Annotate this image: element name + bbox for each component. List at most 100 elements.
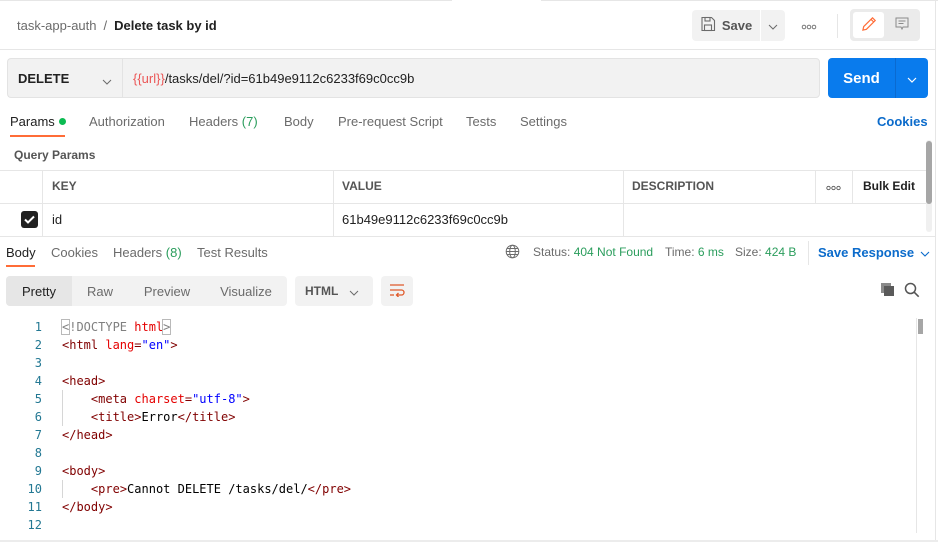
comments-mode-button[interactable]: [887, 12, 917, 38]
table-border: [623, 170, 624, 236]
more-actions-button[interactable]: [796, 10, 822, 41]
column-header-value: VALUE: [342, 179, 382, 193]
line-number: 12: [27, 518, 42, 532]
save-icon: [700, 16, 716, 35]
code-line: 9 <body>: [0, 462, 915, 480]
param-description-cell[interactable]: [632, 212, 812, 228]
request-name[interactable]: Delete task by id: [114, 18, 217, 33]
response-tab-body[interactable]: Body: [6, 245, 36, 260]
view-pretty-button[interactable]: Pretty: [6, 276, 72, 306]
param-enabled-checkbox[interactable]: [21, 211, 38, 228]
view-preview-button[interactable]: Preview: [136, 276, 198, 306]
comment-icon: [894, 16, 910, 35]
response-tab-test-results[interactable]: Test Results: [197, 245, 268, 260]
active-tab-indicator: [6, 265, 35, 267]
tab-pre-request-script[interactable]: Pre-request Script: [338, 114, 443, 130]
line-number: 8: [34, 446, 42, 460]
code-line: 3: [0, 354, 915, 372]
tab-headers[interactable]: Headers (7): [189, 114, 258, 130]
globe-icon[interactable]: [505, 244, 520, 262]
line-number: 5: [34, 392, 42, 406]
pane-edge: [935, 0, 936, 542]
code-line: 5 <meta charset="utf-8">: [0, 390, 915, 408]
send-options-button[interactable]: [896, 58, 928, 98]
code-text: </body>: [62, 500, 113, 514]
tab-body[interactable]: Body: [284, 114, 314, 130]
tab-tests[interactable]: Tests: [466, 114, 496, 130]
response-size[interactable]: Size: 424 B: [735, 245, 796, 259]
edit-mode-button[interactable]: [853, 12, 884, 38]
code-line: 4 <head>: [0, 372, 915, 390]
view-visualize-button[interactable]: Visualize: [210, 276, 282, 306]
method-label: DELETE: [18, 70, 70, 86]
editor-scrollbar-thumb[interactable]: [918, 319, 923, 334]
save-response-button[interactable]: Save Response: [818, 245, 930, 260]
table-border: [333, 170, 334, 236]
code-text: <title>Error</title>: [90, 410, 236, 424]
word-wrap-button[interactable]: [381, 276, 413, 306]
code-text: </head>: [62, 428, 113, 442]
url-variable: {{url}}: [133, 70, 165, 86]
ellipsis-icon: [826, 179, 841, 194]
divider: [808, 241, 809, 265]
code-text: <meta charset="utf-8">: [90, 392, 250, 406]
breadcrumb-collection[interactable]: task-app-auth: [17, 18, 97, 33]
url-input[interactable]: {{url}}/tasks/del/?id=61b49e9112c6233f69…: [122, 58, 820, 98]
code-text: <head>: [62, 374, 106, 388]
response-time[interactable]: Time: 6 ms: [665, 245, 724, 259]
response-body-editor[interactable]: 1 <!DOCTYPE html> 2 <html lang="en"> 3 4 <head…: [0, 318, 915, 534]
url-path: /tasks/del/?id=61b49e9112c6233f69c0cc9b: [164, 70, 415, 86]
copy-icon[interactable]: [880, 282, 895, 300]
line-number: 3: [34, 356, 42, 370]
table-border: [0, 170, 926, 171]
method-select[interactable]: DELETE: [7, 58, 122, 98]
editor-scrollbar-track[interactable]: [916, 318, 917, 533]
search-icon[interactable]: [904, 282, 920, 301]
code-text: <body>: [62, 464, 106, 478]
param-key-cell[interactable]: id: [52, 212, 62, 227]
save-button[interactable]: Save: [692, 10, 760, 41]
checkmark-icon: [24, 212, 35, 227]
column-header-key: KEY: [52, 179, 77, 193]
bulk-edit-button[interactable]: Bulk Edit: [863, 179, 915, 193]
view-raw-button[interactable]: Raw: [72, 276, 128, 306]
code-text: <html lang="en">: [62, 338, 178, 352]
pencil-icon: [861, 16, 877, 35]
code-line: 6 <title>Error</title>: [0, 408, 915, 426]
cookies-link[interactable]: Cookies: [877, 114, 928, 129]
save-options-button[interactable]: [761, 10, 785, 41]
table-border: [852, 170, 853, 203]
response-status[interactable]: Status: 404 Not Found: [533, 245, 653, 259]
line-number: 10: [27, 482, 42, 496]
code-line: 8: [0, 444, 915, 462]
code-line: 2 <html lang="en">: [0, 336, 915, 354]
response-tab-cookies[interactable]: Cookies: [51, 245, 98, 260]
params-scrollbar-thumb[interactable]: [926, 141, 932, 204]
format-select[interactable]: HTML: [295, 276, 373, 306]
code-text: <!DOCTYPE html>: [60, 319, 172, 335]
chevron-down-icon: [349, 285, 359, 299]
breadcrumb-separator: /: [103, 17, 108, 33]
pane-splitter[interactable]: [0, 236, 935, 237]
table-border: [42, 170, 43, 236]
tab-settings[interactable]: Settings: [520, 114, 567, 130]
code-text: <pre>Cannot DELETE /tasks/del/</pre>: [90, 482, 352, 496]
divider: [0, 49, 935, 50]
line-number: 4: [34, 374, 42, 388]
response-tab-headers[interactable]: Headers (8): [113, 245, 182, 260]
top-border: [541, 0, 938, 1]
send-button[interactable]: Send: [828, 58, 895, 98]
table-options-button[interactable]: [826, 179, 841, 194]
code-line: 7 </head>: [0, 426, 915, 444]
wrap-lines-icon: [389, 283, 405, 300]
chevron-down-icon: [907, 71, 917, 86]
line-number: 7: [34, 428, 42, 442]
top-border: [0, 0, 452, 1]
tab-authorization[interactable]: Authorization: [89, 114, 165, 130]
chevron-down-icon: [920, 245, 930, 260]
chevron-down-icon: [102, 73, 112, 88]
tab-params[interactable]: Params: [10, 114, 66, 130]
param-value-cell[interactable]: 61b49e9112c6233f69c0cc9b: [342, 212, 508, 227]
column-header-description: DESCRIPTION: [632, 179, 715, 193]
code-line: 10 <pre>Cannot DELETE /tasks/del/</pre>: [0, 480, 915, 498]
